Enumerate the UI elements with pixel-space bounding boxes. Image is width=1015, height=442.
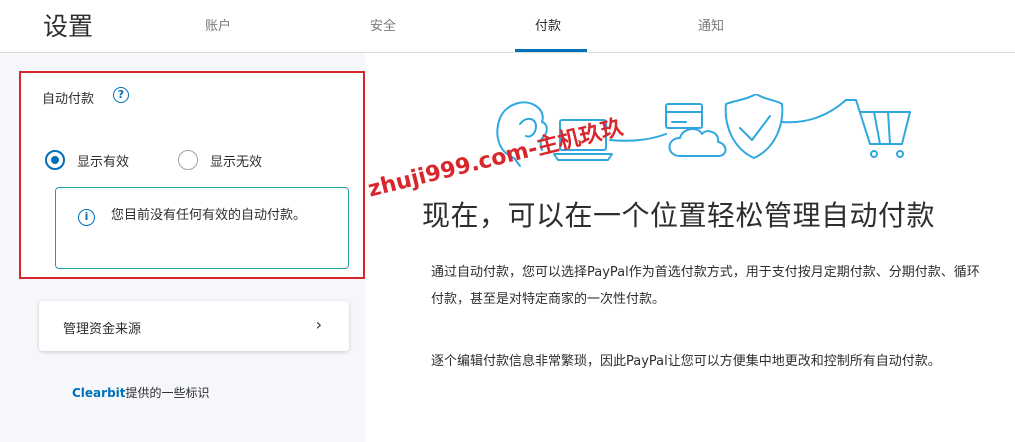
automatic-payments-title: 自动付款 bbox=[42, 92, 95, 107]
clearbit-link[interactable]: Clearbit bbox=[72, 386, 126, 400]
page-title: 设置 bbox=[43, 12, 94, 41]
top-header: 设置 账户 安全 付款 通知 bbox=[0, 0, 1015, 53]
tab-account[interactable]: 账户 bbox=[205, 15, 231, 34]
chevron-right-icon: › bbox=[315, 315, 322, 334]
tab-notifications[interactable]: 通知 bbox=[698, 15, 724, 34]
manage-funding-sources-button[interactable]: 管理资金来源 › bbox=[39, 301, 349, 351]
no-active-payments-notice: i 您目前没有任何有效的自动付款。 bbox=[55, 187, 349, 269]
description-paragraph-2: 逐个编辑付款信息非常繁琐，因此PayPal让您可以方便集中地更改和控制所有自动付… bbox=[431, 354, 941, 369]
show-active-radio[interactable] bbox=[45, 150, 65, 170]
main-headline: 现在，可以在一个位置轻松管理自动付款 bbox=[422, 199, 936, 232]
description-paragraph-1: 通过自动付款，您可以选择PayPal作为首选付款方式，用于支付按月定期付款、分期… bbox=[431, 265, 980, 307]
cloud-icon bbox=[668, 128, 727, 157]
notice-text: 您目前没有任何有效的自动付款。 bbox=[111, 208, 307, 223]
active-tab-indicator bbox=[515, 49, 587, 52]
show-inactive-label[interactable]: 显示无效 bbox=[210, 151, 262, 170]
info-icon: i bbox=[78, 209, 95, 226]
show-inactive-radio[interactable] bbox=[178, 150, 198, 170]
connector-line-2 bbox=[781, 99, 847, 124]
help-icon[interactable]: ? bbox=[113, 87, 129, 103]
tab-payments[interactable]: 付款 bbox=[535, 15, 561, 34]
clearbit-attribution: Clearbit提供的一些标识 bbox=[72, 384, 210, 401]
show-active-label[interactable]: 显示有效 bbox=[77, 151, 129, 170]
automatic-payments-card: 自动付款 ? 显示有效 显示无效 i 您目前没有任何有效的自动付款。 bbox=[19, 71, 365, 279]
clearbit-text: 提供的一些标识 bbox=[125, 386, 210, 400]
card-icon bbox=[665, 103, 703, 129]
cart-icon bbox=[845, 99, 911, 158]
tab-security[interactable]: 安全 bbox=[370, 15, 396, 34]
manage-funding-sources-label: 管理资金来源 bbox=[63, 322, 142, 337]
shield-icon bbox=[724, 94, 784, 159]
